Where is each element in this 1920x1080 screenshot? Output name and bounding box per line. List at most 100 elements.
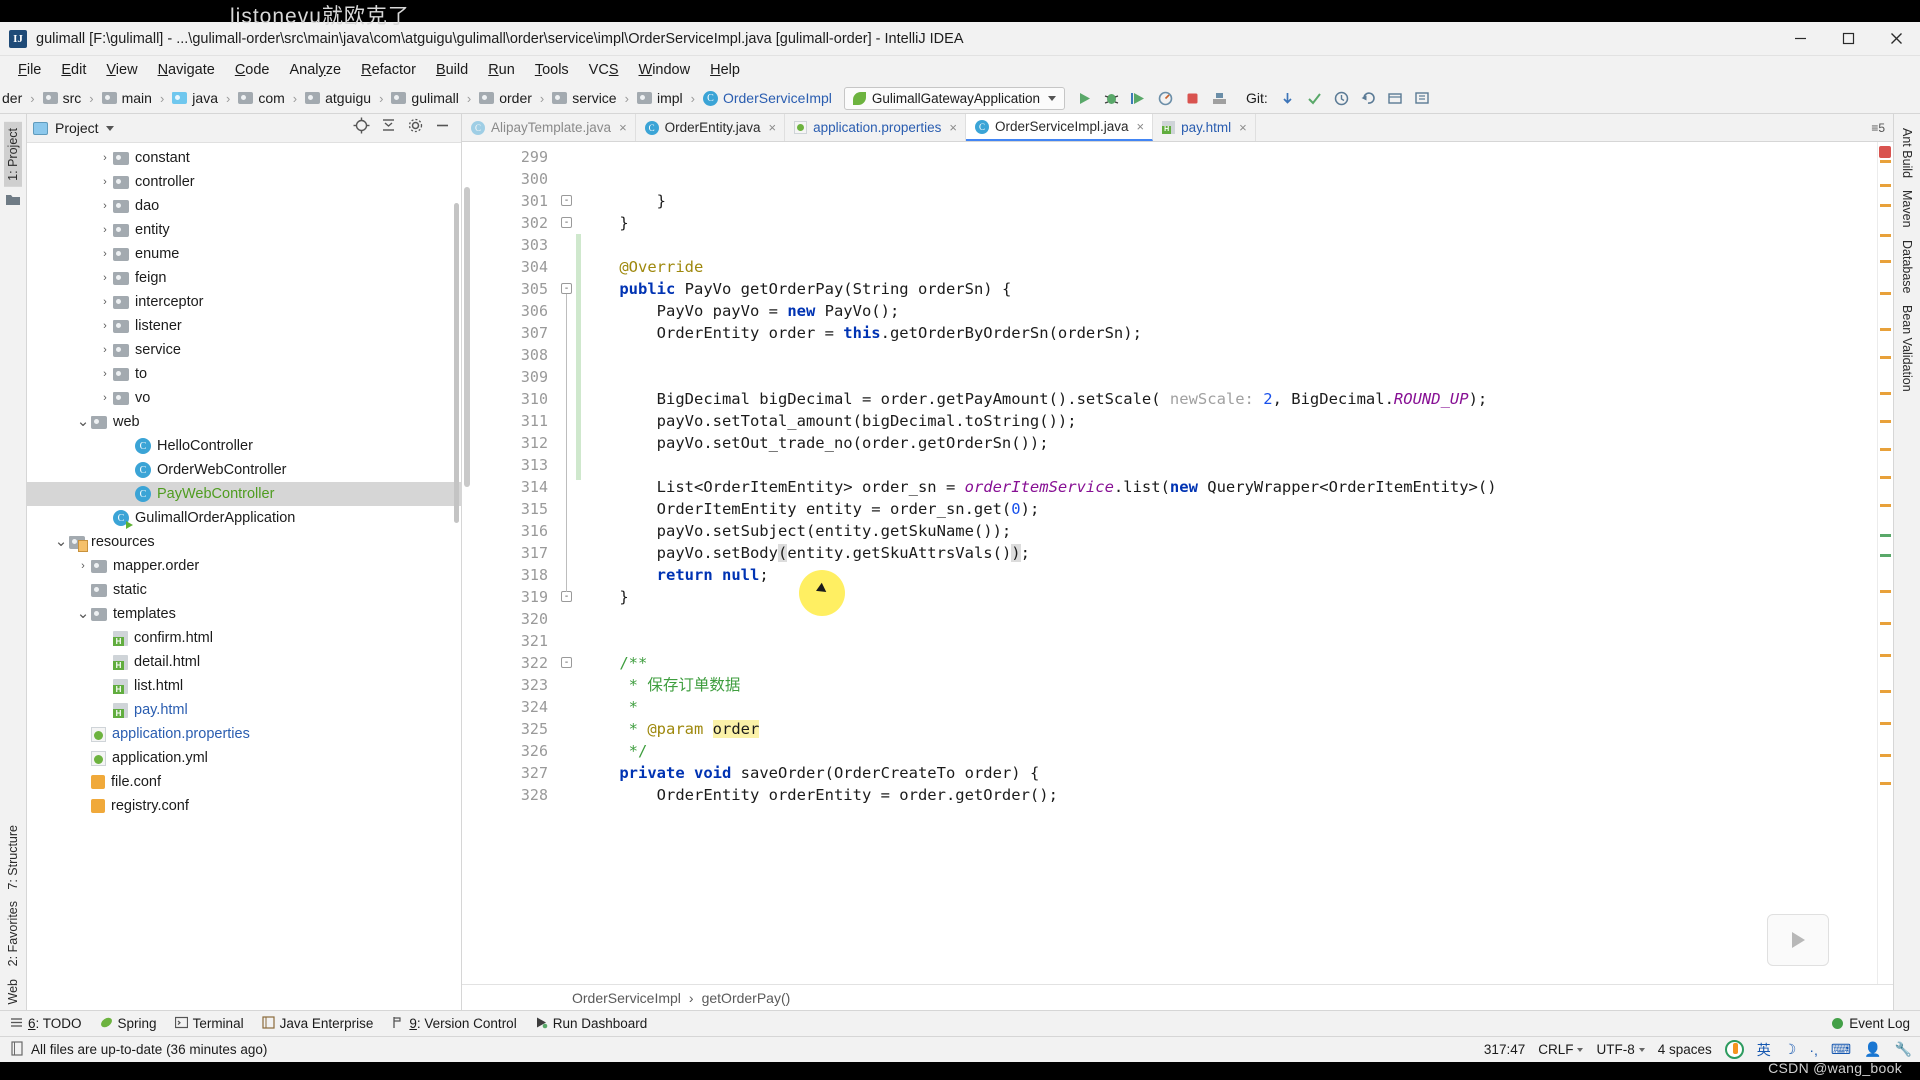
- tree-node-list-html[interactable]: ›list.html: [27, 674, 461, 698]
- update-project-icon[interactable]: [1276, 86, 1300, 110]
- code-line[interactable]: OrderEntity orderEntity = order.getOrder…: [576, 784, 1877, 806]
- menu-refactor[interactable]: Refactor: [351, 59, 426, 81]
- code-marker[interactable]: [1880, 476, 1891, 479]
- breadcrumb-item-main[interactable]: main: [100, 90, 154, 106]
- hide-icon[interactable]: [434, 117, 451, 139]
- moon-icon[interactable]: ☽: [1784, 1041, 1797, 1058]
- sidebar-item-database[interactable]: Database: [1898, 234, 1916, 300]
- project-tree[interactable]: › constant › controller › dao › entity › enume › fe…: [27, 143, 461, 1010]
- close-icon[interactable]: ×: [768, 120, 776, 135]
- chevron-right-icon[interactable]: ›: [97, 368, 113, 380]
- code-line[interactable]: private void saveOrder(OrderCreateTo ord…: [576, 762, 1877, 784]
- tree-node-pay-html[interactable]: ›pay.html: [27, 698, 461, 722]
- code-line[interactable]: */: [576, 740, 1877, 762]
- menu-tools[interactable]: Tools: [525, 59, 579, 81]
- fold-toggle[interactable]: -: [561, 591, 572, 602]
- fold-toggle[interactable]: -: [561, 217, 572, 228]
- crosshair-icon[interactable]: [353, 117, 370, 139]
- breadcrumb-item-der[interactable]: der: [0, 90, 24, 106]
- code-marker[interactable]: [1880, 392, 1891, 395]
- code-marker[interactable]: [1880, 654, 1891, 657]
- tree-node-vo[interactable]: › vo: [27, 386, 461, 410]
- code-line[interactable]: payVo.setBody(entity.getSkuAttrsVals());: [576, 542, 1877, 564]
- chevron-right-icon[interactable]: ›: [97, 344, 113, 356]
- sidebar-item-bean-validation[interactable]: Bean Validation: [1898, 299, 1916, 398]
- history-icon[interactable]: [1330, 86, 1354, 110]
- chevron-down-icon[interactable]: ⌄: [75, 414, 91, 429]
- keyboard-icon[interactable]: ⌨: [1831, 1041, 1851, 1058]
- tree-node-templates[interactable]: ⌄ templates: [27, 602, 461, 626]
- code-line[interactable]: BigDecimal bigDecimal = order.getPayAmou…: [576, 388, 1877, 410]
- code-marker[interactable]: [1880, 234, 1891, 237]
- punctuation-icon[interactable]: ·,: [1809, 1042, 1818, 1058]
- breadcrumb-item-impl[interactable]: impl: [635, 90, 685, 106]
- breadcrumb-item-src[interactable]: src: [41, 90, 84, 106]
- collapse-all-icon[interactable]: [380, 117, 397, 139]
- sidebar-item-maven[interactable]: Maven: [1898, 184, 1916, 234]
- chevron-right-icon[interactable]: ›: [97, 200, 113, 212]
- debug-icon[interactable]: [1100, 86, 1124, 110]
- breadcrumb-item-atguigu[interactable]: atguigu: [303, 90, 373, 106]
- code-line[interactable]: OrderEntity order = this.getOrderByOrder…: [576, 322, 1877, 344]
- menu-edit[interactable]: Edit: [51, 59, 96, 81]
- tree-node-listener[interactable]: › listener: [27, 314, 461, 338]
- code-marker[interactable]: [1880, 204, 1891, 207]
- code-marker[interactable]: [1880, 292, 1891, 295]
- code-line[interactable]: [576, 146, 1877, 168]
- code-line[interactable]: [576, 366, 1877, 388]
- push-icon[interactable]: [1411, 86, 1435, 110]
- tree-node-mapper-order[interactable]: › mapper.order: [27, 554, 461, 578]
- tree-node-hellocontroller[interactable]: ›CHelloController: [27, 434, 461, 458]
- code-line[interactable]: payVo.setTotal_amount(bigDecimal.toStrin…: [576, 410, 1877, 432]
- menu-window[interactable]: Window: [629, 59, 701, 81]
- menu-build[interactable]: Build: [426, 59, 478, 81]
- code-marker[interactable]: [1880, 554, 1891, 557]
- breadcrumb-item-service[interactable]: service: [550, 90, 618, 106]
- menu-vcs[interactable]: VCS: [579, 59, 629, 81]
- code-marker[interactable]: [1880, 420, 1891, 423]
- tree-node-entity[interactable]: › entity: [27, 218, 461, 242]
- sidebar-item-ant-build[interactable]: Ant Build: [1898, 122, 1916, 184]
- breadcrumb-class[interactable]: OrderServiceImpl: [572, 990, 681, 1006]
- code-line[interactable]: [576, 630, 1877, 652]
- branch-icon[interactable]: [1384, 86, 1408, 110]
- chevron-right-icon[interactable]: ›: [97, 320, 113, 332]
- code-marker[interactable]: [1880, 722, 1891, 725]
- tab-orderserviceimpl-java[interactable]: C OrderServiceImpl.java ×: [966, 114, 1154, 141]
- ime-logo-icon[interactable]: [1724, 1040, 1744, 1059]
- user-icon[interactable]: 👤: [1864, 1041, 1881, 1058]
- error-summary-icon[interactable]: [1879, 146, 1891, 158]
- chevron-right-icon[interactable]: ›: [97, 296, 113, 308]
- tree-node-service[interactable]: › service: [27, 338, 461, 362]
- code-line[interactable]: return null;: [576, 564, 1877, 586]
- profile-icon[interactable]: [1154, 86, 1178, 110]
- code-line[interactable]: [576, 234, 1877, 256]
- run-configuration-selector[interactable]: GulimallGatewayApplication: [843, 86, 1065, 110]
- event-log-button[interactable]: Event Log: [1832, 1016, 1920, 1031]
- commit-icon[interactable]: [1303, 86, 1327, 110]
- wrench-icon[interactable]: 🔧: [1895, 1041, 1912, 1058]
- chevron-down-icon[interactable]: [105, 125, 114, 131]
- scroll-thumb[interactable]: [464, 187, 470, 487]
- close-icon[interactable]: ×: [949, 120, 957, 135]
- code-line[interactable]: * 保存订单数据: [576, 674, 1877, 696]
- tool-window-terminal[interactable]: Terminal: [174, 1016, 244, 1032]
- editor-left-scrollbar[interactable]: [462, 142, 472, 984]
- menu-view[interactable]: View: [96, 59, 147, 81]
- chevron-down-icon[interactable]: ⌄: [53, 534, 69, 549]
- tree-node-feign[interactable]: › feign: [27, 266, 461, 290]
- tree-scrollbar[interactable]: [454, 203, 459, 523]
- encoding-selector[interactable]: UTF-8: [1596, 1042, 1645, 1057]
- code-line[interactable]: }: [576, 212, 1877, 234]
- breadcrumb-item-java[interactable]: java: [170, 90, 220, 106]
- close-icon[interactable]: ×: [1239, 120, 1247, 135]
- code-line[interactable]: PayVo payVo = new PayVo();: [576, 300, 1877, 322]
- fold-toggle[interactable]: -: [561, 195, 572, 206]
- tree-node-file-conf[interactable]: ›file.conf: [27, 770, 461, 794]
- code-marker[interactable]: [1880, 534, 1891, 537]
- tree-node-registry-conf[interactable]: ›registry.conf: [27, 794, 461, 818]
- chevron-right-icon[interactable]: ›: [75, 560, 91, 572]
- tree-node-confirm-html[interactable]: ›confirm.html: [27, 626, 461, 650]
- breadcrumb-method[interactable]: getOrderPay(): [702, 990, 791, 1006]
- code-line[interactable]: *: [576, 696, 1877, 718]
